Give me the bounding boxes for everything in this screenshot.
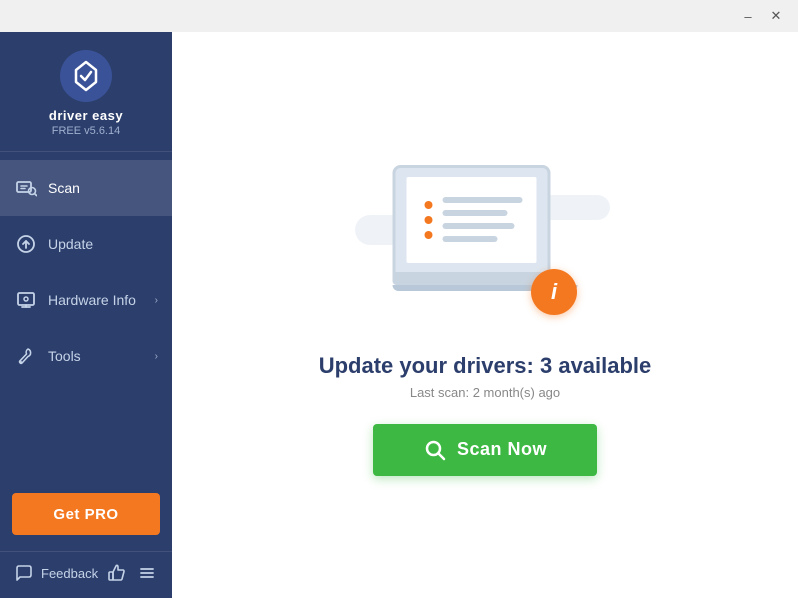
feedback-label: Feedback (41, 566, 98, 581)
main-headline: Update your drivers: 3 available (319, 353, 652, 379)
search-icon (423, 438, 447, 462)
sidebar-item-scan[interactable]: Scan (0, 160, 172, 216)
last-scan-text: Last scan: 2 month(s) ago (410, 385, 560, 400)
illustration: i (345, 155, 625, 335)
hardware-info-chevron-icon: › (155, 295, 158, 306)
screen-lines (443, 197, 529, 242)
main-content: i Update your drivers: 3 available Last … (172, 32, 798, 598)
sidebar-item-tools-label: Tools (48, 348, 155, 364)
app-version: FREE v5.6.14 (52, 125, 120, 137)
hardware-info-icon (14, 288, 38, 312)
laptop-screen-inner (407, 177, 537, 263)
tools-chevron-icon: › (155, 351, 158, 362)
sidebar-item-tools[interactable]: Tools › (0, 328, 172, 384)
list-icon[interactable] (136, 562, 158, 584)
update-icon (14, 232, 38, 256)
app-name: driver easy (49, 108, 123, 123)
info-badge: i (531, 269, 577, 315)
screen-dots (425, 201, 433, 239)
screen-dot-1 (425, 201, 433, 209)
app-logo-icon (60, 50, 112, 102)
screen-line-1 (443, 197, 523, 203)
feedback-icon (14, 563, 34, 583)
sidebar-item-hardware-info[interactable]: Hardware Info › (0, 272, 172, 328)
title-bar: – ✕ (0, 0, 798, 32)
screen-line-4 (443, 236, 498, 242)
sidebar-item-scan-label: Scan (48, 180, 158, 196)
screen-dot-3 (425, 231, 433, 239)
sidebar-item-hardware-info-label: Hardware Info (48, 292, 155, 308)
minimize-button[interactable]: – (734, 5, 762, 27)
thumbs-up-icon[interactable] (106, 562, 128, 584)
feedback-item[interactable]: Feedback (14, 563, 98, 583)
scan-icon (14, 176, 38, 200)
scan-now-button[interactable]: Scan Now (373, 424, 597, 476)
nav-menu: Scan Update (0, 152, 172, 483)
sidebar-item-update-label: Update (48, 236, 158, 252)
sidebar-bottom: Feedback (0, 551, 172, 598)
screen-line-3 (443, 223, 515, 229)
app-container: driver easy FREE v5.6.14 Scan (0, 32, 798, 598)
screen-line-2 (443, 210, 508, 216)
sidebar: driver easy FREE v5.6.14 Scan (0, 32, 172, 598)
screen-dot-2 (425, 216, 433, 224)
logo-area: driver easy FREE v5.6.14 (0, 32, 172, 152)
sidebar-item-update[interactable]: Update (0, 216, 172, 272)
close-button[interactable]: ✕ (762, 5, 790, 27)
get-pro-button[interactable]: Get PRO (12, 493, 160, 535)
scan-now-label: Scan Now (457, 439, 547, 460)
laptop-screen-outer (393, 165, 551, 275)
tools-icon (14, 344, 38, 368)
